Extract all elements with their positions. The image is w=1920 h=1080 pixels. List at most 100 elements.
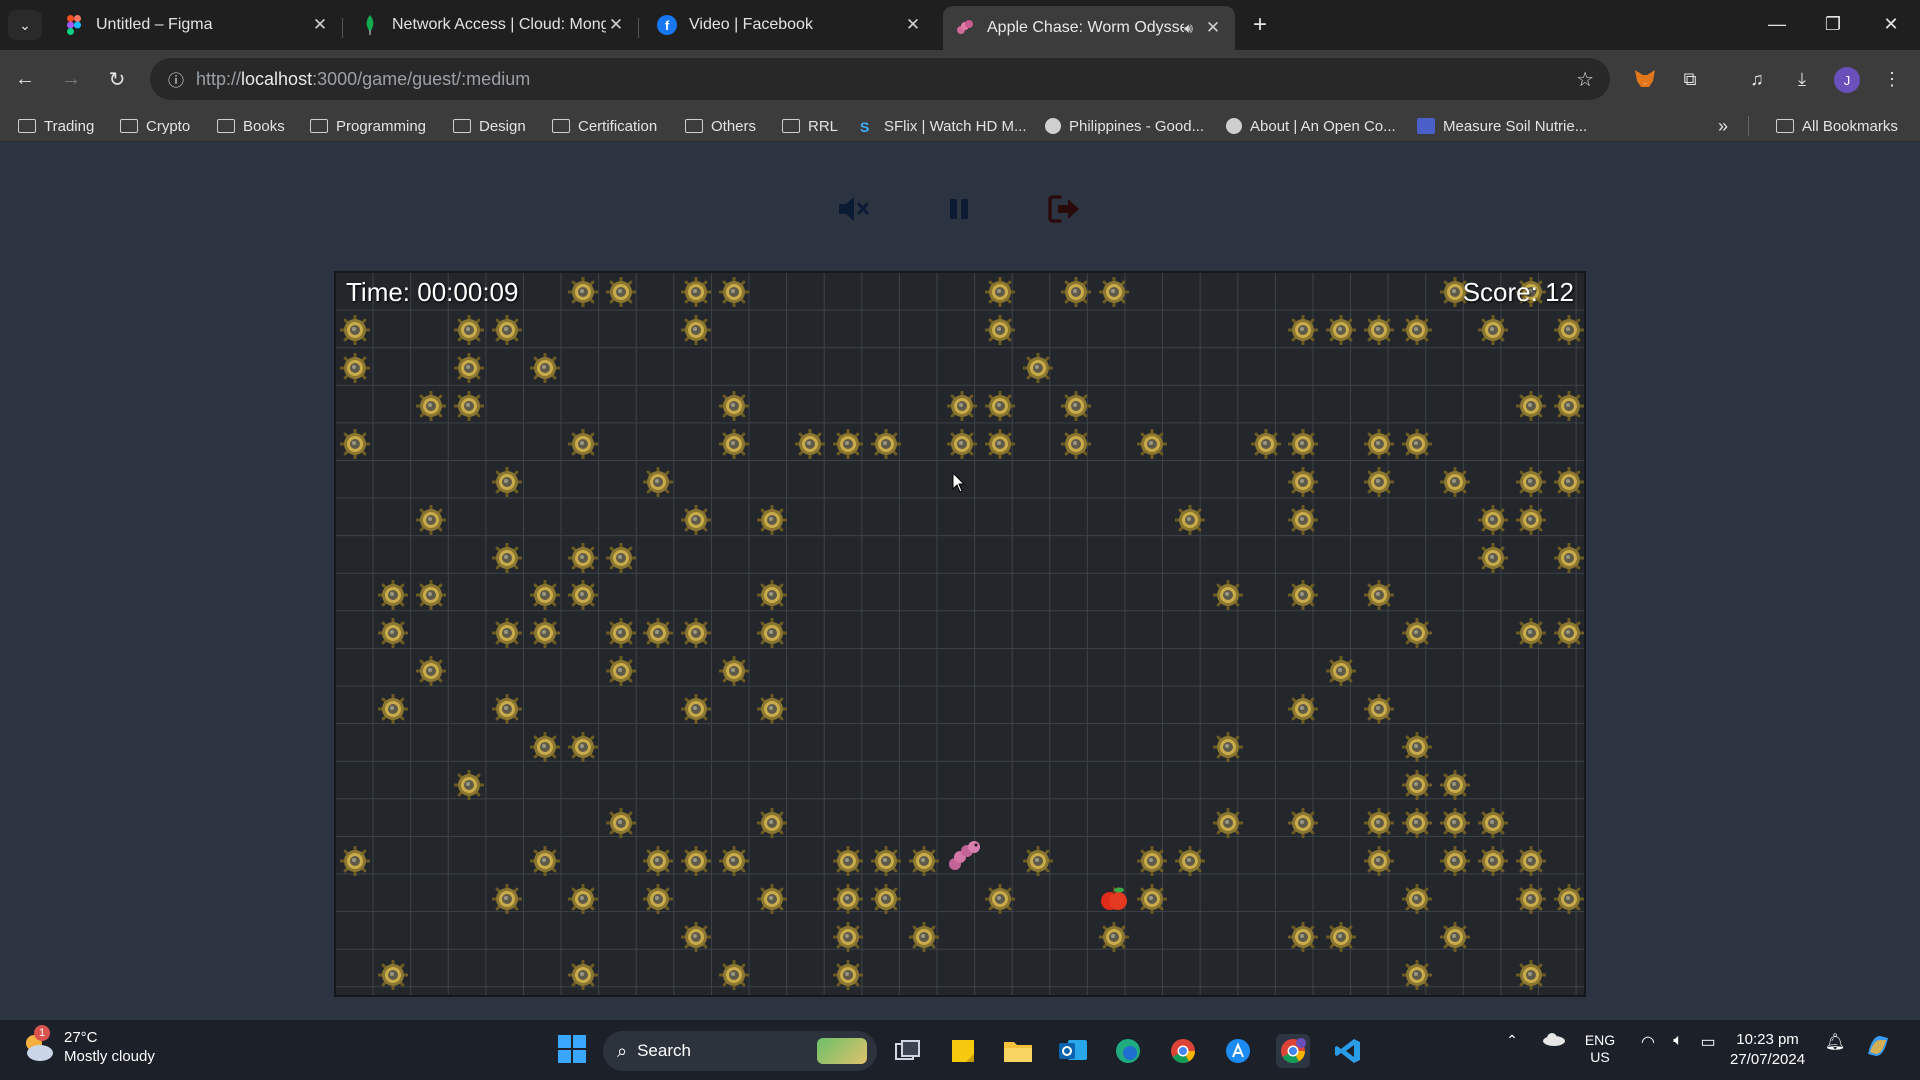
close-icon[interactable]: ✕ [310,15,330,35]
bookmark-separator [1748,116,1749,136]
weather-widget[interactable]: 1 27°C Mostly cloudy [20,1025,155,1066]
pause-icon [950,199,968,219]
spike-mine-obstacle [491,617,523,649]
chrome-profile-icon[interactable] [1276,1034,1310,1068]
onedrive-icon[interactable] [1538,1032,1570,1046]
spike-mine-obstacle [491,693,523,725]
download-icon[interactable]: ⤓ [1787,64,1817,94]
double-chevron-icon: » [1718,115,1729,136]
metamask-icon[interactable] [1630,64,1660,94]
bookmark-star-icon[interactable]: ☆ [1576,67,1594,92]
bookmark-rrl[interactable]: RRL [782,114,838,138]
restore-button[interactable]: ❐ [1808,8,1858,40]
show-hidden-icons[interactable]: ⌃ [1500,1032,1524,1049]
bookmark-design[interactable]: Design [453,114,526,138]
spike-mine-obstacle [1363,693,1395,725]
spike-mine-obstacle [1515,617,1547,649]
bookmark-about[interactable]: About | An Open Co... [1226,114,1396,138]
spike-mine-obstacle [1401,769,1433,801]
notification-bell-icon[interactable]: 🔔︎ [1822,1032,1848,1052]
spike-mine-obstacle [1553,466,1584,498]
bookmark-certification[interactable]: Certification [552,114,657,138]
site-info-icon[interactable]: ⓘ [156,67,196,91]
outlook-icon[interactable] [1056,1034,1090,1068]
copilot-icon[interactable] [1862,1032,1894,1060]
taskbar-search[interactable]: ⌕ Search [603,1031,877,1071]
spike-mine-obstacle [1060,428,1092,460]
battery-icon[interactable]: ▭ [1695,1032,1721,1052]
speaker-muted-icon [839,197,869,221]
spike-mine-obstacle [1439,466,1471,498]
spike-mine-obstacle [1287,579,1319,611]
bookmark-philippines[interactable]: Philippines - Good... [1045,114,1204,138]
bookmark-others[interactable]: Others [685,114,756,138]
spike-mine-obstacle [605,276,637,308]
sticky-notes-icon[interactable] [946,1034,980,1068]
tab-search-button[interactable]: ⌄ [8,10,42,40]
wifi-icon[interactable]: ◠ [1635,1032,1661,1052]
bookmark-sflix[interactable]: S SFlix | Watch HD M... [860,114,1027,138]
worm-player [947,838,983,879]
chrome-icon[interactable] [1166,1034,1200,1068]
chevron-down-icon: ⌄ [19,16,31,33]
close-icon[interactable]: ✕ [1203,18,1223,38]
weather-temp: 27°C [64,1029,98,1046]
new-tab-button[interactable]: + [1245,10,1275,40]
game-board[interactable]: Time: 00:00:09 Score: 12 [334,271,1586,997]
edge-icon[interactable] [1111,1034,1145,1068]
tab-apple-chase[interactable]: Apple Chase: Worm Odysse 🔊︎ ✕ [943,6,1235,50]
forward-button[interactable]: → [54,62,88,96]
pause-button[interactable] [922,172,996,246]
bookmark-crypto[interactable]: Crypto [120,114,190,138]
exit-button[interactable] [1027,172,1101,246]
url-text[interactable]: http://localhost:3000/game/guest/:medium [196,69,530,90]
spike-mine-obstacle [680,693,712,725]
spike-mine-obstacle [377,579,409,611]
apple-icon [1100,884,1128,919]
mute-button[interactable] [817,172,891,246]
file-explorer-icon[interactable] [1001,1034,1035,1068]
bookmark-programming[interactable]: Programming [310,114,426,138]
bookmark-trading[interactable]: Trading [18,114,94,138]
spike-mine-obstacle [984,428,1016,460]
globe-icon [1226,118,1242,134]
mongodb-leaf-icon [360,15,380,35]
bookmark-soil[interactable]: Measure Soil Nutrie... [1417,114,1587,138]
tab-mongodb[interactable]: Network Access | Cloud: Mongo ✕ [348,8,639,42]
tab-facebook[interactable]: f Video | Facebook ✕ [645,8,935,42]
all-bookmarks[interactable]: All Bookmarks [1776,114,1898,138]
close-icon[interactable]: ✕ [606,15,626,35]
more-bookmarks-button[interactable]: » [1718,114,1728,138]
spike-mine-obstacle [339,845,371,877]
speaker-icon[interactable]: 🔊︎ [1184,20,1193,37]
bookmark-books[interactable]: Books [217,114,285,138]
language-indicator[interactable]: ENG US [1580,1032,1620,1066]
reload-button[interactable]: ↻ [100,62,134,96]
spike-mine-obstacle [756,504,788,536]
spike-mine-obstacle [1325,314,1357,346]
minimize-button[interactable]: — [1752,8,1802,40]
extensions-icon[interactable]: ⧉ [1675,64,1705,94]
app-store-icon[interactable] [1221,1034,1255,1068]
close-window-button[interactable]: ✕ [1866,8,1916,40]
volume-icon[interactable]: 🔈︎ [1665,1032,1691,1050]
facebook-icon: f [657,15,677,35]
spike-mine-obstacle [1515,845,1547,877]
address-bar[interactable]: ⓘ http://localhost:3000/game/guest/:medi… [150,58,1610,100]
profile-avatar[interactable]: J [1834,67,1860,93]
spike-mine-obstacle [567,883,599,915]
close-icon[interactable]: ✕ [903,15,923,35]
spike-mine-obstacle [529,579,561,611]
time-display: Time: 00:00:09 [346,277,519,307]
menu-kebab-icon[interactable]: ⋮ [1877,64,1907,94]
spike-mine-obstacle [1401,807,1433,839]
system-clock[interactable]: 10:23 pm 27/07/2024 [1730,1030,1805,1070]
media-control-icon[interactable]: ♫ [1742,64,1772,94]
back-button[interactable]: ← [8,62,42,96]
spike-mine-obstacle [453,769,485,801]
spike-mine-obstacle [1363,845,1395,877]
task-view-icon[interactable] [891,1034,925,1068]
windows-start-icon[interactable] [555,1032,589,1066]
tab-figma[interactable]: Untitled – Figma ✕ [52,8,343,42]
vscode-icon[interactable] [1331,1034,1365,1068]
